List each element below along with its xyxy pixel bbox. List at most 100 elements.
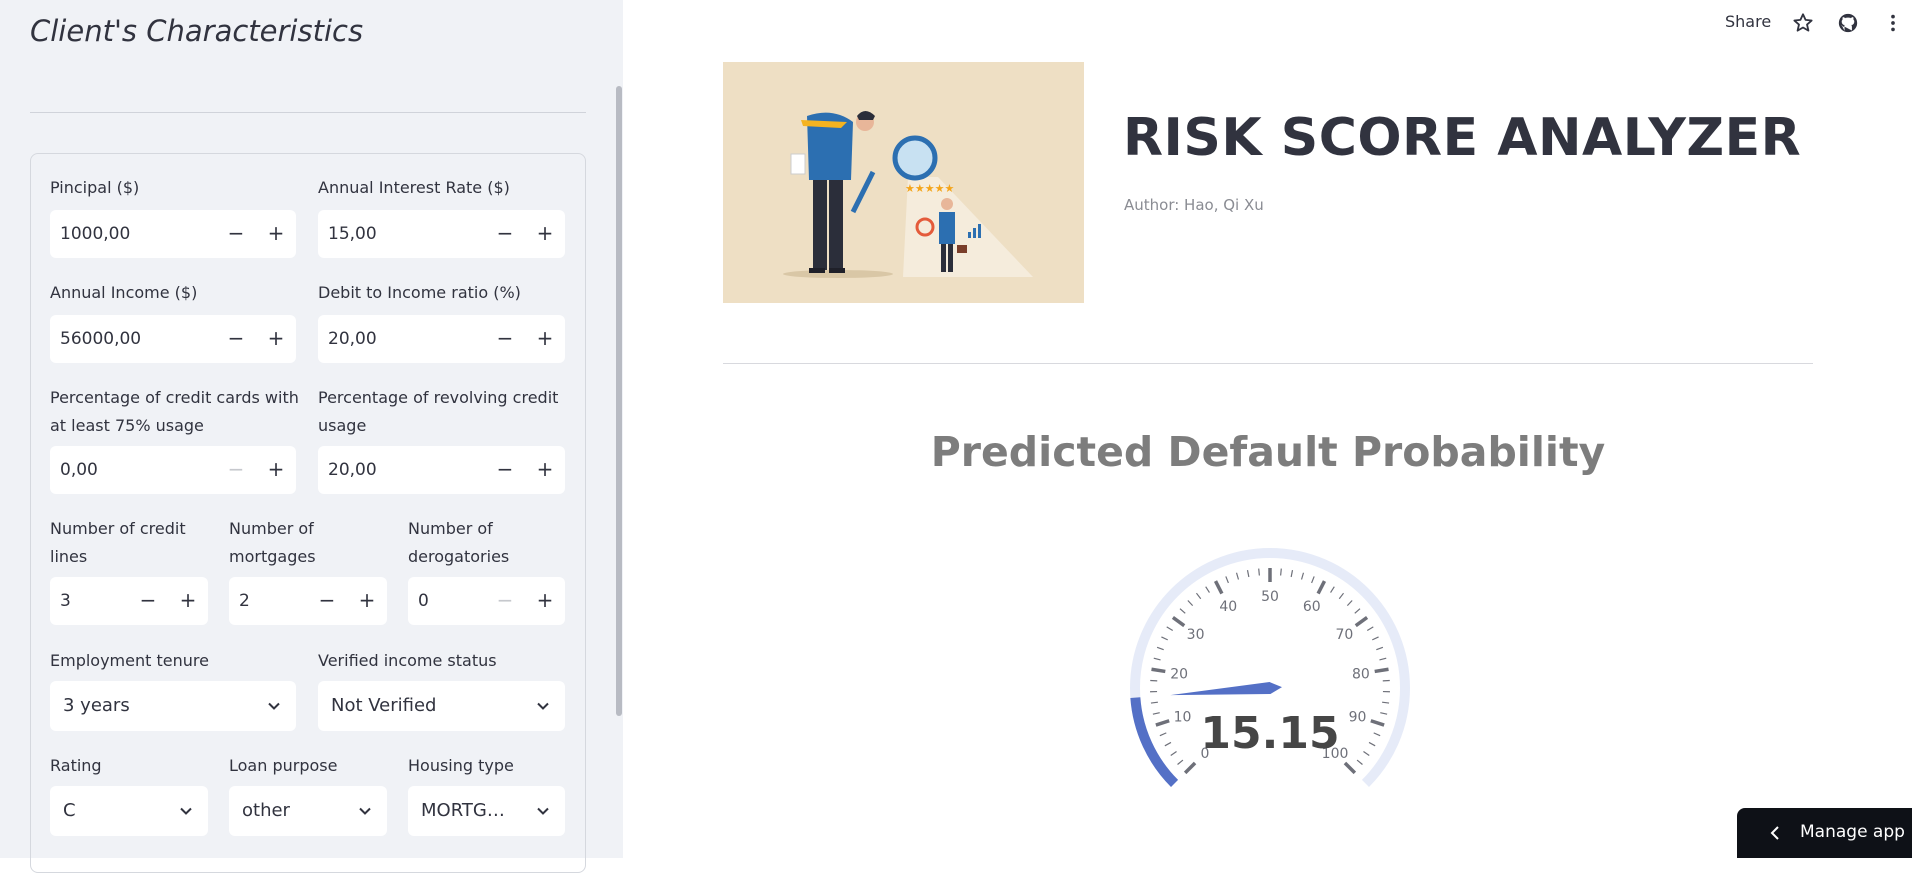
principal-decrement-button[interactable]: −: [216, 210, 256, 258]
principal-increment-button[interactable]: +: [256, 210, 296, 258]
interest-label: Annual Interest Rate ($): [318, 174, 510, 202]
prediction-heading: Predicted Default Probability: [723, 428, 1813, 476]
gauge-minor-tick: [1180, 609, 1185, 614]
revolving-value[interactable]: 20,00: [328, 446, 377, 494]
credit-lines-input[interactable]: 3 − +: [50, 577, 208, 625]
gauge-tick-label: 60: [1303, 599, 1321, 615]
income-decrement-button[interactable]: −: [216, 315, 256, 363]
interest-value[interactable]: 15,00: [328, 210, 377, 258]
manage-app-label: Manage app: [1800, 822, 1905, 842]
chevron-down-icon: [535, 698, 551, 714]
interest-input[interactable]: 15,00 − +: [318, 210, 565, 258]
rating-select[interactable]: C: [50, 786, 208, 836]
gauge-minor-tick: [1372, 637, 1378, 640]
author-caption: Author: Hao, Qi Xu: [1124, 196, 1264, 214]
star-icon[interactable]: [1792, 12, 1814, 34]
income-input[interactable]: 56000,00 − +: [50, 315, 296, 363]
verified-value: Not Verified: [331, 681, 437, 731]
credit-lines-value[interactable]: 3: [60, 577, 71, 625]
purpose-select[interactable]: other: [229, 786, 387, 836]
verified-select[interactable]: Not Verified: [318, 681, 565, 731]
gauge-minor-tick: [1367, 627, 1373, 631]
gauge-minor-tick: [1376, 647, 1383, 649]
principal-input[interactable]: 1000,00 − +: [50, 210, 296, 258]
gauge-minor-tick: [1157, 647, 1164, 649]
gauge-minor-tick: [1206, 587, 1210, 593]
gauge-major-tick: [1318, 581, 1324, 593]
gauge-minor-tick: [1151, 702, 1158, 703]
interest-increment-button[interactable]: +: [525, 210, 565, 258]
revolving-input[interactable]: 20,00 − +: [318, 446, 565, 494]
income-label: Annual Income ($): [50, 279, 197, 307]
interest-decrement-button[interactable]: −: [485, 210, 525, 258]
gauge-minor-tick: [1379, 658, 1386, 660]
cc75-label-line1: Percentage of credit cards with: [50, 384, 299, 412]
income-increment-button[interactable]: +: [256, 315, 296, 363]
gauge-minor-tick: [1259, 569, 1260, 576]
gauge-pointer-needle: [1170, 682, 1282, 695]
credit-lines-label-line1: Number of credit: [50, 515, 186, 543]
cc75-increment-button[interactable]: +: [256, 446, 296, 494]
gauge-minor-tick: [1331, 587, 1335, 593]
sidebar-scrollbar[interactable]: [616, 86, 622, 716]
tenure-value: 3 years: [63, 681, 130, 731]
revolving-label-line2: usage: [318, 412, 366, 440]
credit-lines-decrement-button[interactable]: −: [128, 577, 168, 625]
gauge-tick-label: 10: [1174, 709, 1192, 725]
credit-lines-increment-button[interactable]: +: [168, 577, 208, 625]
dti-input[interactable]: 20,00 − +: [318, 315, 565, 363]
gauge-major-tick: [1173, 617, 1184, 625]
more-vertical-icon[interactable]: [1882, 12, 1904, 34]
derog-decrement-button[interactable]: −: [485, 577, 525, 625]
cc75-input[interactable]: 0,00 − +: [50, 446, 296, 494]
gauge-minor-tick: [1165, 742, 1171, 745]
gauge-minor-tick: [1347, 601, 1352, 606]
svg-text:★★★★★: ★★★★★: [905, 182, 954, 195]
mortgages-decrement-button[interactable]: −: [307, 577, 347, 625]
derog-increment-button[interactable]: +: [525, 577, 565, 625]
dti-value[interactable]: 20,00: [328, 315, 377, 363]
gauge-minor-tick: [1363, 752, 1369, 756]
gauge-tick-label: 20: [1170, 667, 1188, 683]
revolving-label-line1: Percentage of revolving credit: [318, 384, 558, 412]
sidebar-title: Client's Characteristics: [30, 14, 363, 48]
verified-label: Verified income status: [318, 647, 497, 675]
gauge-major-tick: [1185, 763, 1195, 773]
dti-decrement-button[interactable]: −: [485, 315, 525, 363]
gauge-major-tick: [1375, 669, 1389, 671]
gauge-progress-arc: [1135, 698, 1174, 784]
gauge-major-tick: [1345, 763, 1355, 773]
dti-increment-button[interactable]: +: [525, 315, 565, 363]
default-probability-gauge: 0102030405060708090100 15.15: [1100, 530, 1440, 858]
tenure-select[interactable]: 3 years: [50, 681, 296, 731]
cc75-value[interactable]: 0,00: [60, 446, 98, 494]
gauge-major-tick: [1356, 617, 1367, 625]
revolving-increment-button[interactable]: +: [525, 446, 565, 494]
derog-value[interactable]: 0: [418, 577, 429, 625]
income-value[interactable]: 56000,00: [60, 315, 141, 363]
github-icon[interactable]: [1837, 12, 1859, 34]
gauge-minor-tick: [1226, 576, 1229, 583]
housing-select[interactable]: MORTG…: [408, 786, 565, 836]
mortgages-input[interactable]: 2 − +: [229, 577, 387, 625]
rating-label: Rating: [50, 752, 102, 780]
revolving-decrement-button[interactable]: −: [485, 446, 525, 494]
manage-app-button[interactable]: Manage app: [1737, 808, 1912, 858]
share-button[interactable]: Share: [1725, 12, 1771, 31]
cc75-decrement-button[interactable]: −: [216, 446, 256, 494]
cc75-label-line2: at least 75% usage: [50, 412, 204, 440]
derog-input[interactable]: 0 − +: [408, 577, 565, 625]
mortgages-increment-button[interactable]: +: [347, 577, 387, 625]
mortgages-value[interactable]: 2: [239, 577, 250, 625]
gauge-minor-tick: [1382, 702, 1389, 703]
gauge-minor-tick: [1357, 760, 1362, 764]
gauge-minor-tick: [1196, 593, 1200, 599]
gauge-minor-tick: [1312, 576, 1315, 583]
gauge-minor-tick: [1154, 658, 1161, 660]
purpose-label: Loan purpose: [229, 752, 337, 780]
gauge-value: 15.15: [1200, 708, 1339, 759]
gauge-tick-label: 70: [1336, 627, 1354, 643]
principal-value[interactable]: 1000,00: [60, 210, 130, 258]
chevron-down-icon: [357, 803, 373, 819]
gauge-tick-label: 40: [1219, 599, 1237, 615]
